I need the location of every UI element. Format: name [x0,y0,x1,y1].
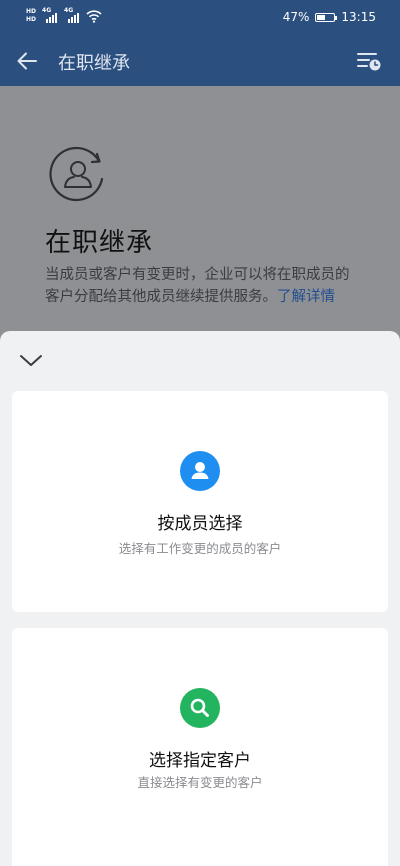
status-bar: HD HD 4G 4G 47% 13:15 [0,0,400,36]
back-arrow-icon[interactable] [14,49,40,73]
battery-percent: 47% [282,10,310,24]
intro-description: 当成员或客户有变更时，企业可以将在职成员的客户分配给其他成员继续提供服务。了解详… [45,264,357,308]
search-icon [180,688,220,728]
option-title: 选择指定客户 [149,751,251,771]
learn-more-link[interactable]: 了解详情 [277,289,335,305]
option-subtitle: 直接选择有变更的客户 [137,775,263,790]
hd-indicator: HD HD [26,8,36,24]
option-subtitle: 选择有工作变更的成员的客户 [118,541,282,556]
hd-top-label: HD [26,8,37,15]
app-header: 在职继承 [0,36,400,86]
intro-section: 在职继承 当成员或客户有变更时，企业可以将在职成员的客户分配给其他成员继续提供服… [0,86,400,346]
person-icon [180,451,220,491]
hd-bottom-label: HD [26,16,37,23]
user-circle-icon [49,146,104,202]
battery-icon [315,12,338,22]
status-left: HD HD 4G 4G [26,7,102,24]
signal-icon-2: 4G [64,7,80,23]
option-card-select-customer[interactable]: 选择指定客户 直接选择有变更的客户 [12,628,388,866]
list-clock-icon[interactable] [356,49,382,73]
battery-fill [317,14,325,20]
wifi-icon [86,10,102,23]
signal-icon-1: 4G [42,7,58,23]
bottom-sheet: 按成员选择 选择有工作变更的成员的客户 选择指定客户 直接选择有变更的客户 [0,331,400,866]
option-title: 按成员选择 [157,514,243,534]
intro-title: 在职继承 [45,228,154,258]
clock: 13:15 [341,10,376,24]
option-card-by-member[interactable]: 按成员选择 选择有工作变更的成员的客户 [12,391,388,612]
status-right: 47% 13:15 [283,10,376,24]
chevron-down-icon[interactable] [18,351,44,371]
page-title: 在职继承 [58,53,130,74]
